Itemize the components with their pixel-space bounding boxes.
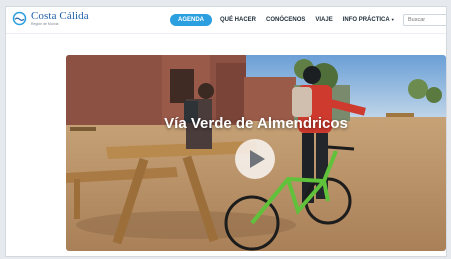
play-icon: [250, 150, 265, 168]
nav-item-info-practica-label: INFO PRÁCTICA: [342, 17, 390, 23]
site-logo[interactable]: Costa Cálida Región de Murcia: [12, 11, 89, 27]
site-header: Costa Cálida Región de Murcia AGENDA QUÉ…: [6, 7, 446, 34]
caret-down-icon: ▼: [390, 17, 395, 22]
nav-item-que-hacer[interactable]: QUÉ HACER: [220, 17, 256, 23]
nav-item-info-practica[interactable]: INFO PRÁCTICA▼: [343, 17, 395, 23]
video-title: Vía Verde de Almendricos: [164, 115, 348, 132]
play-button[interactable]: [235, 139, 275, 179]
video-player[interactable]: Vía Verde de Almendricos: [66, 55, 446, 251]
main-nav: AGENDA QUÉ HACER CONÓCENOS VIAJE INFO PR…: [170, 14, 405, 26]
brand-name: Costa Cálida: [31, 10, 89, 22]
wave-circle-logo-icon: [12, 12, 27, 26]
brand-tagline: Región de Murcia: [31, 22, 59, 26]
nav-item-viaje[interactable]: VIAJE: [315, 17, 332, 23]
nav-item-agenda[interactable]: AGENDA: [170, 14, 213, 26]
browser-frame: Costa Cálida Región de Murcia AGENDA QUÉ…: [5, 6, 447, 257]
search-input[interactable]: [403, 14, 446, 26]
nav-item-conocenos[interactable]: CONÓCENOS: [266, 17, 305, 23]
